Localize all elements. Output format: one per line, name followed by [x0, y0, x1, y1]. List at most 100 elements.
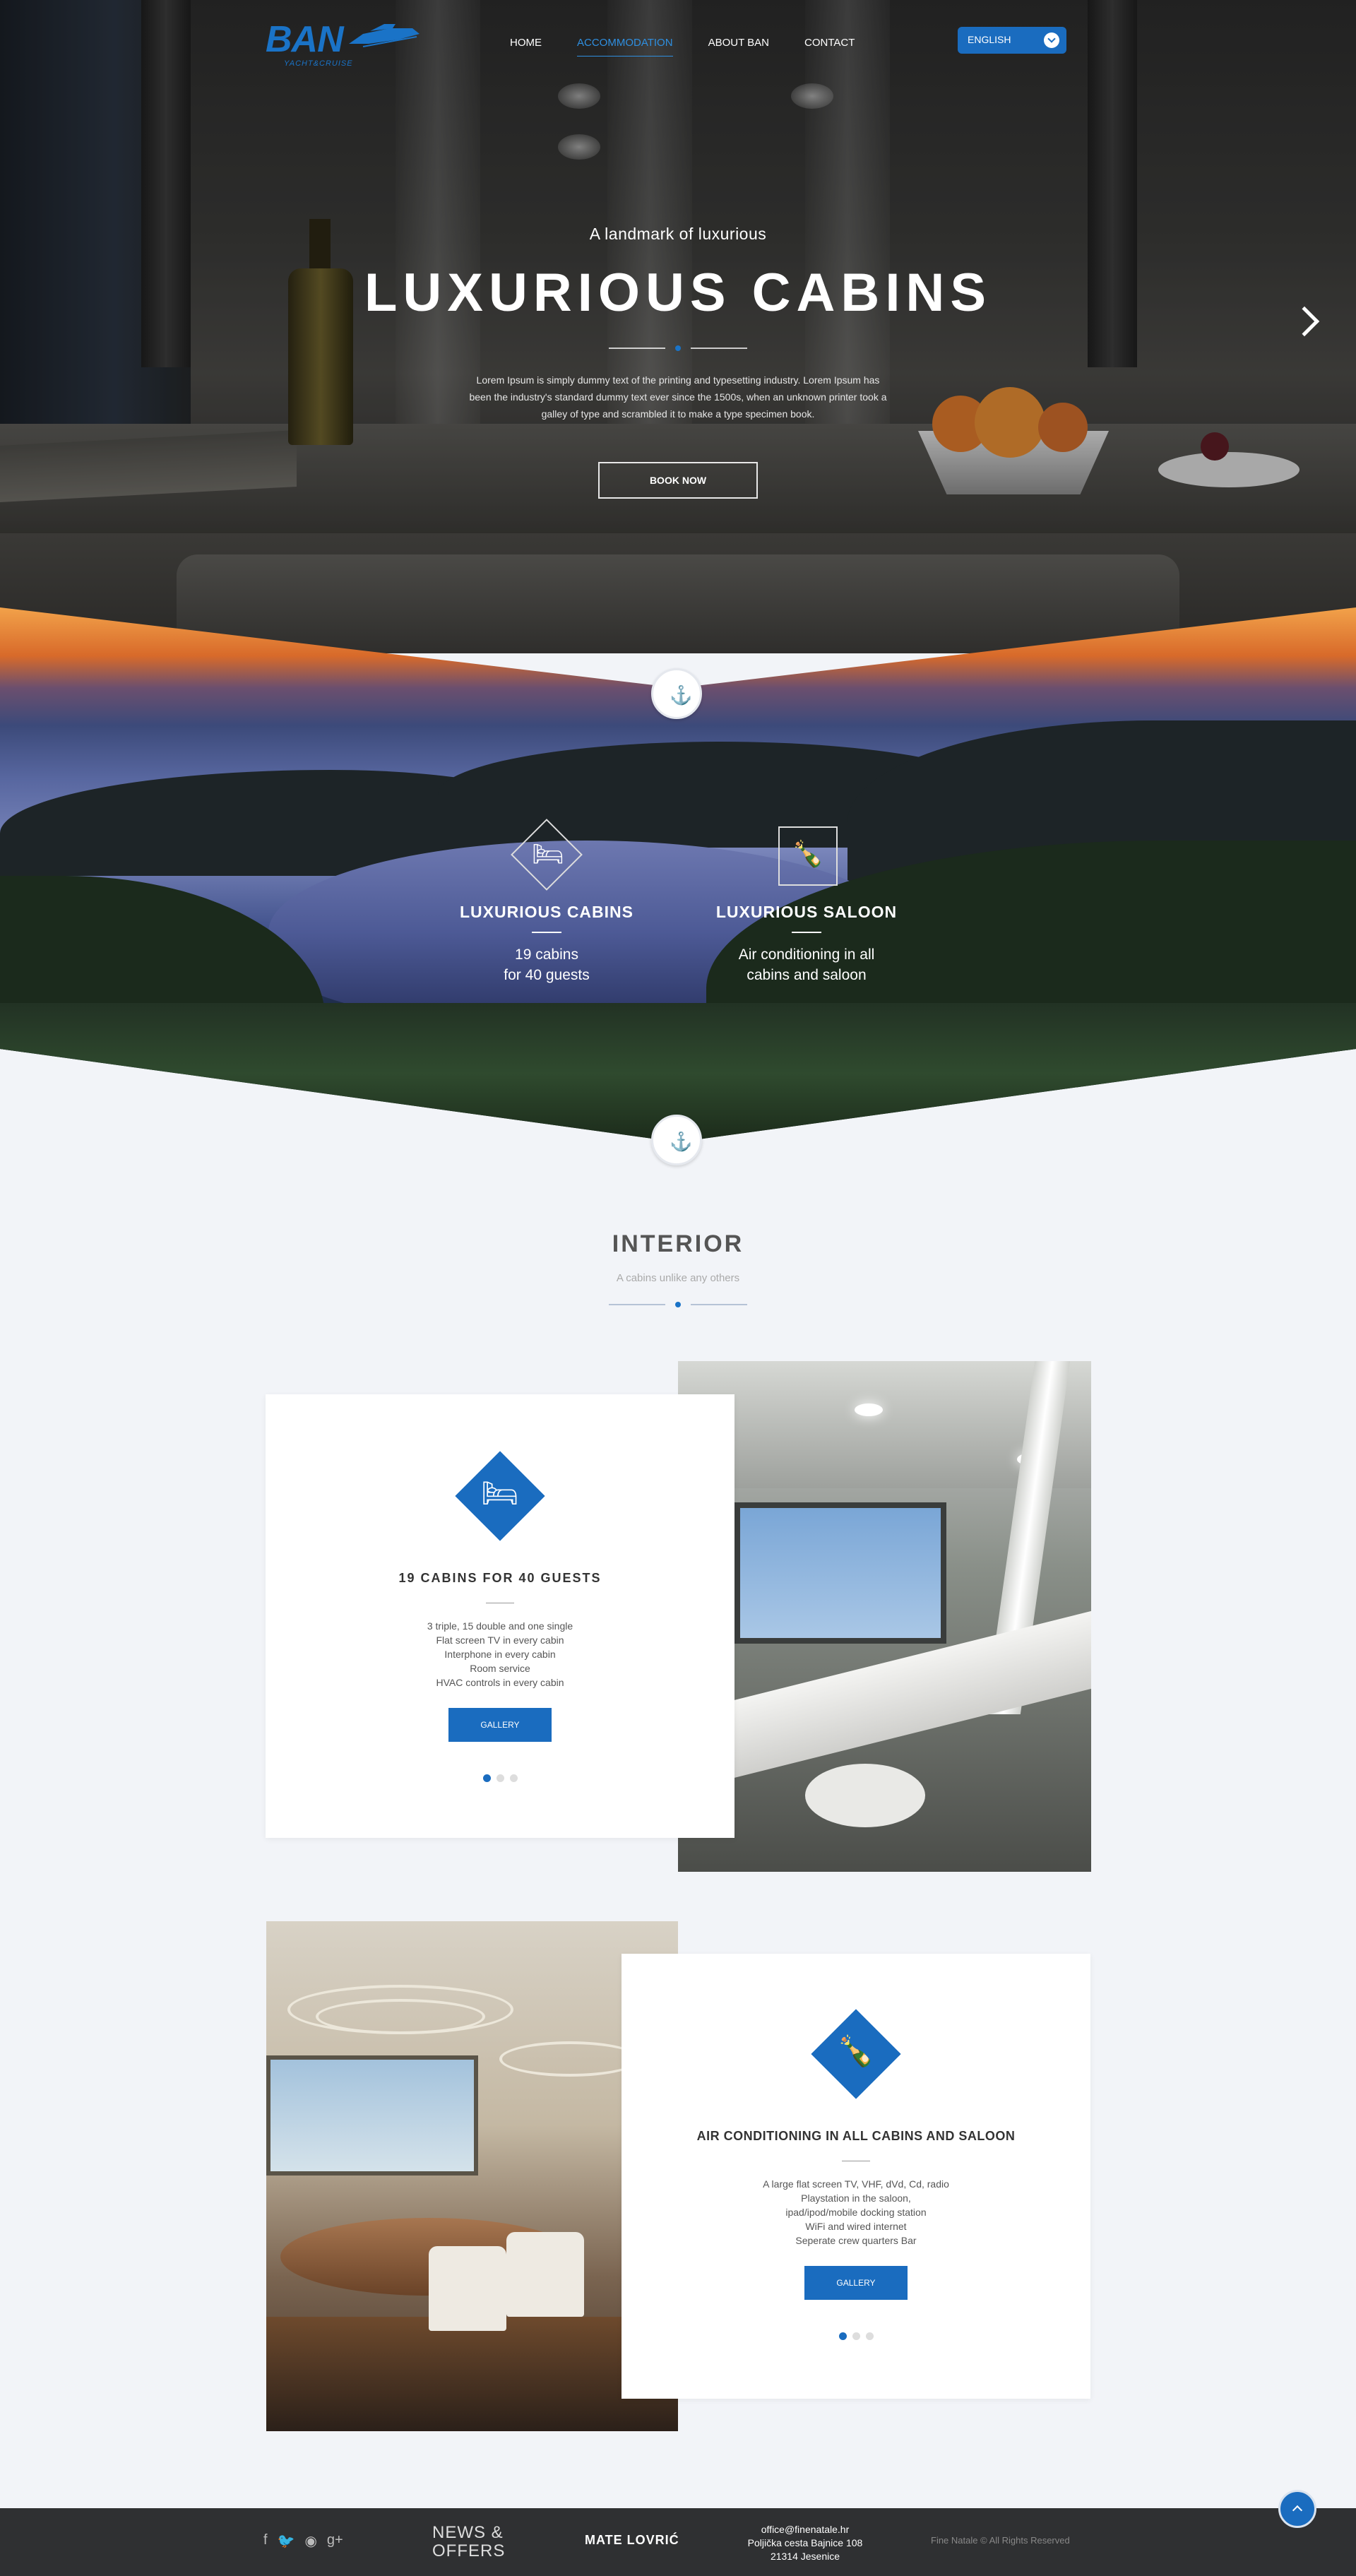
hero-divider: [609, 345, 747, 352]
photo-window: [734, 1502, 946, 1644]
feature-title: LUXURIOUS CABINS: [459, 903, 634, 921]
hero-content: A landmark of luxurious LUXURIOUS CABINS…: [0, 225, 1356, 499]
copyright: Fine Natale © All Rights Reserved: [931, 2535, 1070, 2546]
yacht-icon: [349, 24, 420, 47]
card-title: 19 CABINS FOR 40 GUESTS: [398, 1571, 602, 1585]
list-item: Interphone in every cabin: [444, 1649, 556, 1660]
carousel-dots: [622, 2332, 1090, 2340]
feature-desc-line: cabins and saloon: [747, 967, 867, 983]
divider-line: [609, 348, 665, 349]
feature-saloon: 🍾 LUXURIOUS SALOON Air conditioning in a…: [715, 826, 898, 985]
logo[interactable]: BAN YACHT&CRUISE: [266, 18, 421, 69]
photo-seat: [805, 1764, 925, 1827]
footer-contact: office@finenatale.hr Poljička cesta Bajn…: [706, 2523, 904, 2563]
rss-icon[interactable]: ◉: [304, 2532, 316, 2550]
card-list: A large flat screen TV, VHF, dVd, Cd, ra…: [622, 2177, 1090, 2248]
section-divider: [609, 1301, 747, 1308]
news-offers-link[interactable]: NEWS & OFFERS: [432, 2524, 505, 2560]
nav-home[interactable]: HOME: [510, 37, 542, 57]
language-value: ENGLISH: [968, 34, 1011, 45]
waiter-icon: 🍾: [837, 2034, 875, 2067]
feature-desc: 19 cabins for 40 guests: [455, 944, 638, 985]
feature-divider: [532, 932, 561, 933]
carousel-dot[interactable]: [509, 1774, 518, 1782]
twitter-icon[interactable]: 🐦: [278, 2532, 295, 2550]
list-item: WiFi and wired internet: [805, 2221, 907, 2232]
nav-contact[interactable]: CONTACT: [804, 37, 855, 57]
photo-chair: [506, 2232, 584, 2317]
hero-kicker: A landmark of luxurious: [589, 225, 767, 243]
card-title: AIR CONDITIONING IN ALL CABINS AND SALOO…: [696, 2129, 1016, 2143]
section-title: INTERIOR: [612, 1230, 744, 1257]
carousel-dot[interactable]: [852, 2332, 860, 2340]
hero-title: LUXURIOUS CABINS: [364, 263, 992, 323]
divider-dot: [675, 345, 681, 351]
card-icon-wrap: 🍾: [811, 2009, 901, 2099]
main-nav: HOME ACCOMMODATION ABOUT BAN CONTACT: [510, 37, 890, 57]
bed-strip: [0, 533, 1356, 653]
feature-divider: [792, 932, 821, 933]
logo-text: BAN: [266, 19, 344, 60]
gallery-button[interactable]: GALLERY: [804, 2266, 908, 2300]
saloon-card: 🍾 AIR CONDITIONING IN ALL CABINS AND SAL…: [622, 1954, 1090, 2399]
cabin-photo: [678, 1361, 1091, 1872]
card-icon-wrap: 🛏: [455, 1451, 545, 1541]
news-line: OFFERS: [432, 2541, 506, 2560]
footer-address: Poljička cesta Bajnice 108: [747, 2537, 863, 2548]
bed: [177, 554, 1179, 653]
carousel-dot[interactable]: [838, 2332, 847, 2340]
book-now-button[interactable]: BOOK NOW: [598, 462, 758, 499]
photo-floor: [266, 2317, 678, 2431]
feature-desc-line: Air conditioning in all: [738, 946, 875, 963]
list-item: Playstation in the saloon,: [801, 2192, 911, 2204]
feature-icon-wrap: 🛏: [511, 819, 583, 891]
list-item: 3 triple, 15 double and one single: [427, 1620, 573, 1632]
divider-dot: [675, 1302, 681, 1307]
feature-icon-wrap: 🍾: [778, 826, 838, 886]
chevron-down-icon: [1044, 32, 1059, 48]
photo-chair: [429, 2246, 506, 2331]
carousel-dot[interactable]: [865, 2332, 874, 2340]
list-item: ipad/ipod/mobile docking station: [785, 2207, 927, 2218]
card-list: 3 triple, 15 double and one single Flat …: [266, 1619, 734, 1690]
divider-line: [691, 1304, 747, 1305]
feature-desc-line: for 40 guests: [504, 967, 590, 983]
site-footer: f 🐦 ◉ g+ NEWS & OFFERS MATE LOVRIĆ offic…: [0, 2508, 1356, 2576]
nav-accommodation[interactable]: ACCOMMODATION: [577, 37, 673, 57]
feature-desc-line: 19 cabins: [515, 946, 578, 963]
list-item: Seperate crew quarters Bar: [795, 2235, 917, 2246]
anchor-icon: ⚓: [670, 684, 693, 706]
footer-email[interactable]: office@finenatale.hr: [706, 2523, 904, 2536]
list-item: Room service: [470, 1663, 530, 1674]
bed-icon: 🛏: [532, 839, 564, 868]
interior-header: INTERIOR A cabins unlike any others: [0, 1230, 1356, 1308]
photo-chandelier: [499, 2041, 641, 2077]
list-item: A large flat screen TV, VHF, dVd, Cd, ra…: [763, 2178, 949, 2190]
gallery-button[interactable]: GALLERY: [448, 1708, 552, 1742]
feature-desc: Air conditioning in all cabins and saloo…: [715, 944, 898, 985]
logo-subtitle: YACHT&CRUISE: [284, 59, 353, 68]
site-header: BAN YACHT&CRUISE HOME ACCOMMODATION ABOU…: [0, 0, 1356, 85]
cabins-card: 🛏 19 CABINS FOR 40 GUESTS 3 triple, 15 d…: [266, 1394, 734, 1838]
google-plus-icon[interactable]: g+: [327, 2532, 343, 2550]
anchor-badge: ⚓: [651, 668, 702, 719]
divider-line: [609, 1304, 665, 1305]
nav-about[interactable]: ABOUT BAN: [708, 37, 769, 57]
divider-line: [691, 348, 747, 349]
news-line: NEWS &: [432, 2523, 504, 2542]
photo-lamp: [855, 1403, 883, 1416]
facebook-icon[interactable]: f: [263, 2532, 268, 2550]
anchor-badge: ⚓: [651, 1115, 702, 1165]
carousel-dot[interactable]: [496, 1774, 504, 1782]
hero-text: Lorem Ipsum is simply dummy text of the …: [469, 374, 887, 420]
carousel-dot[interactable]: [482, 1774, 491, 1782]
list-item: HVAC controls in every cabin: [436, 1677, 564, 1688]
feature-cabins: 🛏 LUXURIOUS CABINS 19 cabins for 40 gues…: [455, 819, 638, 985]
saloon-photo: [266, 1921, 678, 2431]
waiter-icon: 🍾: [792, 839, 824, 868]
language-select[interactable]: ENGLISH: [958, 27, 1066, 54]
back-to-top-button[interactable]: [1278, 2490, 1316, 2528]
section-subtitle: A cabins unlike any others: [616, 1272, 740, 1284]
anchor-icon: ⚓: [670, 1131, 693, 1152]
footer-address: 21314 Jesenice: [770, 2551, 840, 2562]
